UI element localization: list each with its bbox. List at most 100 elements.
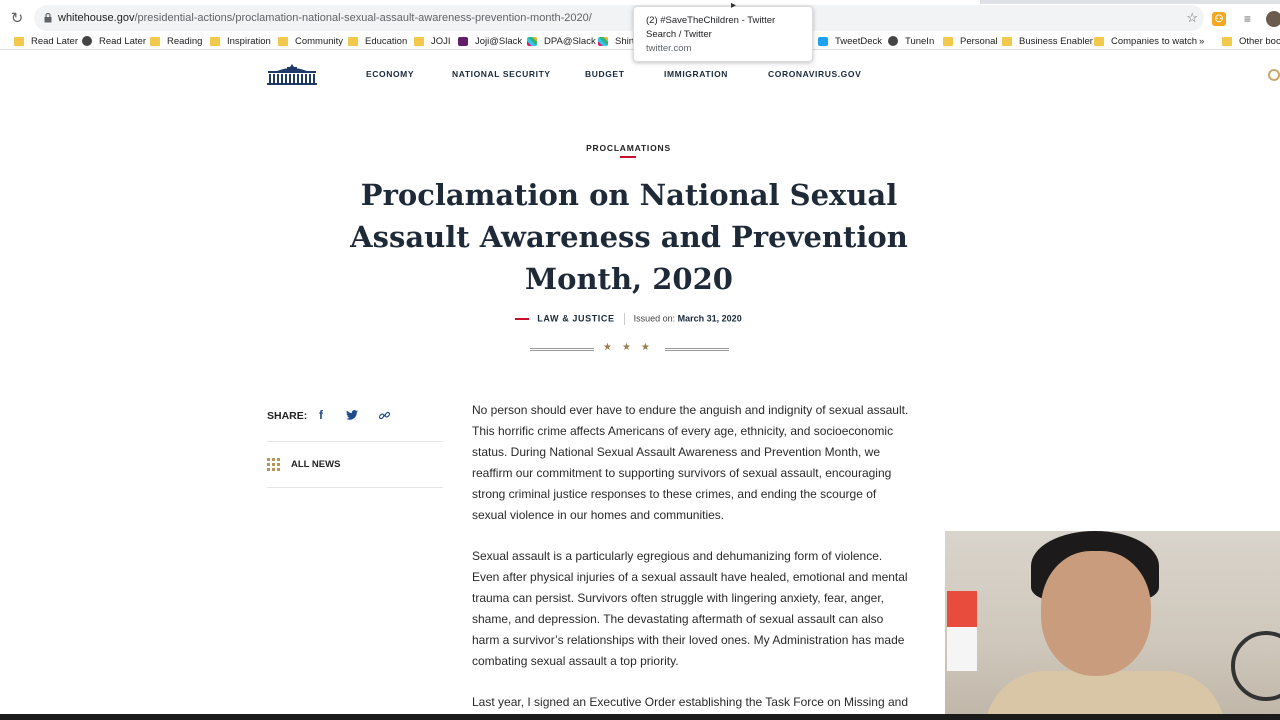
all-news-link[interactable]: ALL NEWS [291,459,340,470]
issued-date: March 31, 2020 [677,313,742,324]
white-house-logo-icon[interactable] [267,62,317,86]
folder-icon [414,36,424,46]
nav-coronavirus[interactable]: CORONAVIRUS.GOV [768,69,861,79]
mouse-cursor-icon: ▸ [731,0,737,11]
url-path: /presidential-actions/proclamation-natio… [134,12,592,24]
flag-in-background [947,591,977,671]
bookmark-item[interactable]: Shirt [598,34,635,48]
globe-icon [888,36,898,46]
sidebar-rule-top [267,441,443,442]
bookmark-label: » [1199,35,1205,47]
divider-stars-icon: ★★★ [603,342,660,353]
bookmark-item[interactable]: Other book [1222,34,1280,48]
rss-extension-icon[interactable]: ⚇ [1212,12,1226,26]
folder-icon [348,36,358,46]
link-icon[interactable] [377,407,391,423]
meta-separator [623,313,625,325]
bookmark-label: TweetDeck [835,35,882,47]
bookmark-item[interactable]: Read Later [82,34,146,48]
grid-icon[interactable] [267,458,280,471]
tooltip-title-line2: Search / Twitter [646,29,712,40]
issued-label: Issued on: [633,313,676,324]
bookmark-item[interactable]: DPA@Slack [527,34,596,48]
bookmark-item[interactable]: Reading [150,34,202,48]
reading-list-icon[interactable]: ≡ [1244,12,1251,26]
globe-icon [82,36,92,46]
nav-budget[interactable]: BUDGET [585,69,625,79]
bookmark-label: TuneIn [905,35,935,47]
webcam-overlay [945,531,1280,720]
bookmark-star-icon[interactable]: ☆ [1186,10,1198,26]
bookmark-item[interactable]: Inspiration [210,34,271,48]
article-paragraph: Last year, I signed an Executive Order e… [472,695,909,709]
bookmark-label: JOJI [431,35,451,47]
fan-in-background [1231,631,1280,701]
bookmark-item[interactable]: Personal [943,34,998,48]
nav-immigration[interactable]: IMMIGRATION [664,69,728,79]
bookmark-item[interactable]: Education [348,34,407,48]
bookmark-item[interactable]: Community [278,34,343,48]
bookmark-label: Read Later [31,35,79,47]
bookmark-item[interactable]: Companies to watch [1094,34,1197,48]
url-domain: whitehouse.gov [58,12,135,24]
topic-link[interactable]: LAW & JUSTICE [537,313,614,323]
nav-economy[interactable]: ECONOMY [366,69,414,79]
tooltip-url: twitter.com [646,43,692,54]
slack-icon [598,36,608,46]
lock-icon[interactable] [42,12,54,24]
category-underline [620,156,636,158]
folder-icon [210,36,220,46]
tooltip-title-line1: (2) #SaveTheChildren - Twitter [646,15,776,26]
bookmark-label: Shirt [615,35,635,47]
bookmark-item[interactable]: JOJI [414,34,451,48]
bookmark-label: Joji@Slack [475,35,523,47]
profile-avatar[interactable] [1266,11,1280,27]
bookmark-label: Reading [167,35,203,47]
reload-icon[interactable]: ↻ [0,4,34,32]
bookmark-label: Read Later [99,35,147,47]
bookmark-label: DPA@Slack [544,35,596,47]
folder-icon [150,36,160,46]
twitter-icon [818,36,828,46]
folder-icon [14,36,24,46]
topic-dash [515,318,530,320]
page-title: Proclamation on National Sexual Assault … [350,178,908,296]
bookmark-label: Companies to watch [1111,35,1198,47]
folder-icon [1094,36,1104,46]
bookmark-label: Community [295,35,344,47]
bookmark-label: Inspiration [227,35,271,47]
share-label: SHARE: [267,410,308,422]
bookmark-item[interactable]: Business Enabler [1002,34,1093,48]
folder-icon [1222,36,1232,46]
bookmark-item[interactable]: » [1199,34,1204,48]
article-paragraph: No person should ever have to endure the… [472,403,909,522]
bookmark-item[interactable]: Read Later [14,34,78,48]
joji-icon [458,36,468,46]
article-meta: LAW & JUSTICE Issued on: March 31, 2020 [0,313,1257,325]
bookmark-label: Business Enabler [1019,35,1093,47]
bookmark-item[interactable]: TweetDeck [818,34,882,48]
folder-icon [943,36,953,46]
search-icon[interactable] [1268,69,1280,81]
facebook-icon[interactable]: f [314,407,328,423]
url-text: whitehouse.gov/presidential-actions/proc… [58,12,592,24]
folder-icon [1002,36,1012,46]
presenter-shirt [985,671,1225,720]
twitter-icon[interactable] [345,407,359,423]
address-bar[interactable]: whitehouse.gov/presidential-actions/proc… [34,5,1204,31]
article-body: No person should ever have to endure the… [472,400,912,720]
slack-icon [527,36,537,46]
bookmark-label: Education [365,35,408,47]
article-paragraph: Sexual assault is a particularly egregio… [472,549,908,668]
folder-icon [278,36,288,46]
article-category[interactable]: PROCLAMATIONS [0,143,1257,153]
presenter-face [1041,551,1151,676]
bookmark-item[interactable]: Joji@Slack [458,34,522,48]
bookmark-item[interactable]: TuneIn [888,34,934,48]
bookmark-label: Personal [960,35,998,47]
link-tooltip: (2) #SaveTheChildren - Twitter Search / … [633,6,813,62]
bookmark-label: Other book [1239,35,1280,47]
taskbar-edge [0,714,1280,720]
nav-national-security[interactable]: NATIONAL SECURITY [452,69,551,79]
sidebar-rule-bottom [267,487,443,488]
